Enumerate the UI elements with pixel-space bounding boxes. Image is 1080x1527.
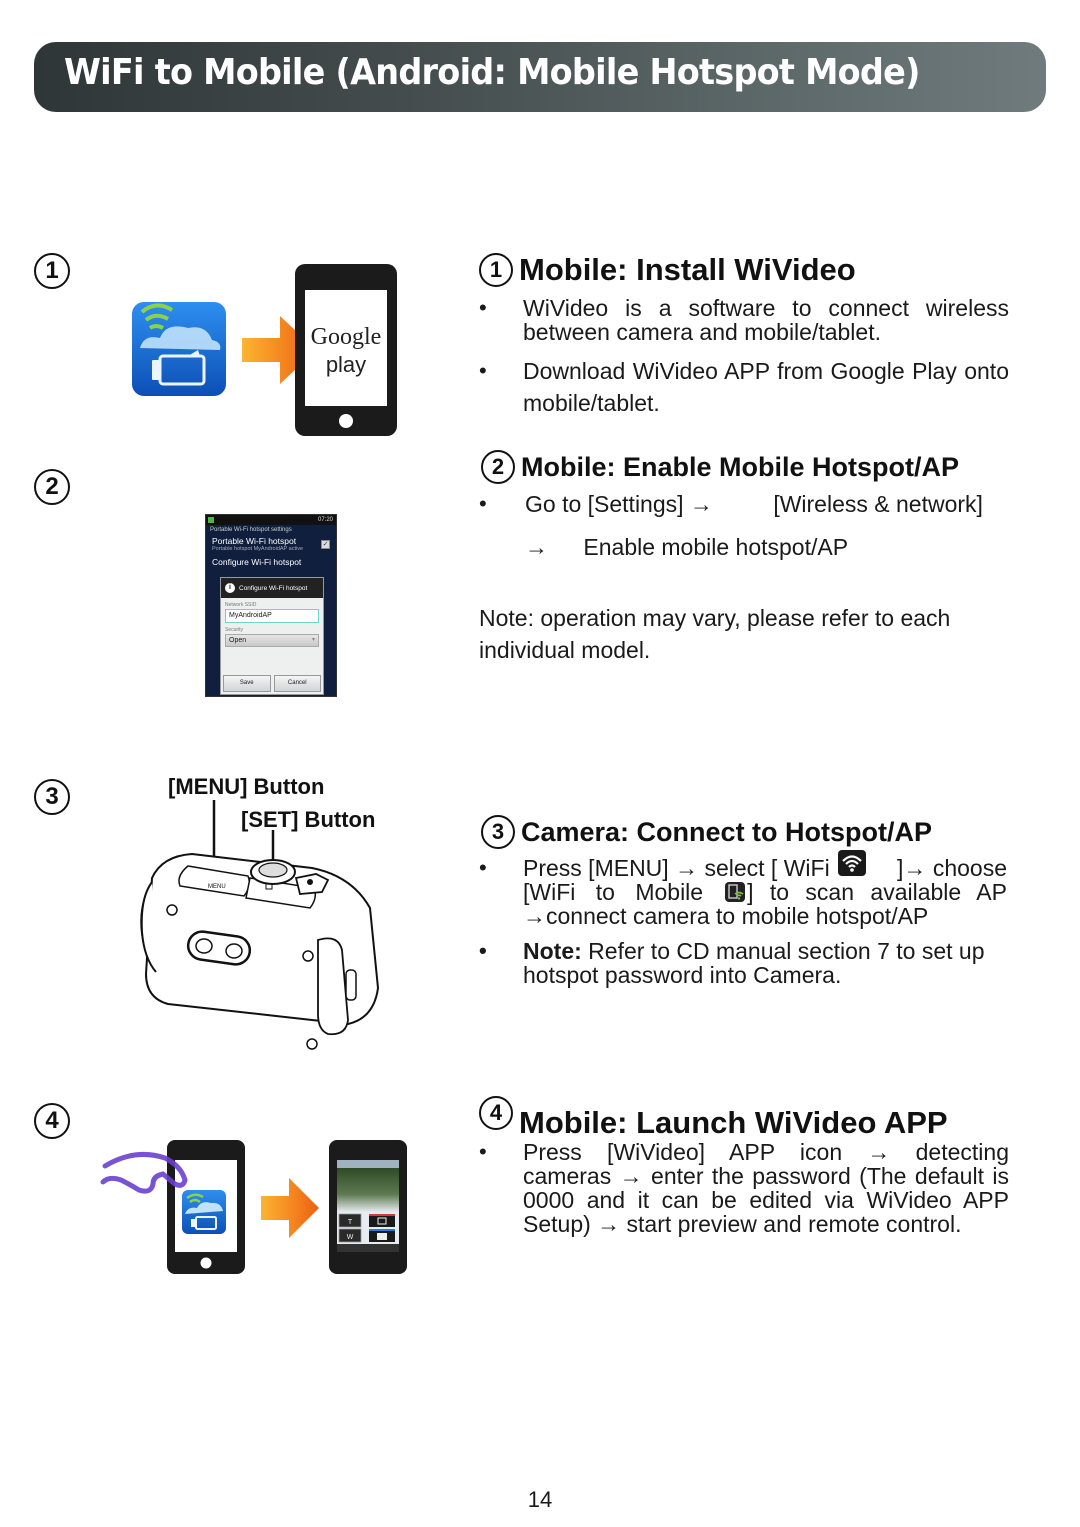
configure-dialog: i Configure Wi-Fi hotspot Network SSID M… bbox=[220, 577, 324, 695]
step-1-heading: 1 Mobile: Install WiVideo bbox=[479, 252, 856, 288]
title-banner: WiFi to Mobile (Android: Mobile Hotspot … bbox=[34, 42, 1046, 112]
security-label: Security bbox=[225, 627, 244, 633]
security-select[interactable]: Open ▾ bbox=[225, 634, 319, 647]
ssid-label: Network SSID bbox=[225, 602, 257, 608]
step-1-bullet-2: • Download WiVideo APP from Google Play … bbox=[479, 355, 1009, 419]
step-3-heading: 3 Camera: Connect to Hotspot/AP bbox=[481, 815, 932, 849]
step-1-bullet-1: • WiVideo is a software to connect wirel… bbox=[479, 295, 1009, 345]
step-4-marker: 4 bbox=[34, 1103, 70, 1139]
step-4-heading: 4 Mobile: Launch WiVideo APP bbox=[479, 1096, 948, 1141]
step-4-title: Mobile: Launch WiVideo APP bbox=[519, 1105, 948, 1140]
step-1-title: Mobile: Install WiVideo bbox=[519, 252, 856, 287]
step-2-body: • Go to [Settings] → [Wireless & network… bbox=[479, 492, 1019, 666]
live-preview bbox=[337, 1168, 399, 1212]
wireless-path-text: [Wireless & network] bbox=[773, 491, 983, 517]
step-2-heading-number: 2 bbox=[481, 450, 515, 484]
zoom-tele-label: T bbox=[348, 1219, 353, 1226]
note-text: Refer to CD manual section 7 to set up h… bbox=[523, 938, 985, 988]
arrow-right-icon bbox=[261, 1178, 319, 1238]
zoom-wide-label: W bbox=[347, 1234, 354, 1241]
dialog-buttons: Save Cancel bbox=[223, 675, 321, 692]
step-3-line-2: [WiFi to Mobile ] to scan available AP bbox=[523, 880, 1007, 904]
security-value: Open bbox=[229, 637, 247, 644]
save-button[interactable]: Save bbox=[223, 675, 271, 692]
step-1-body: • WiVideo is a software to connect wirel… bbox=[479, 296, 1009, 419]
wifi-to-mobile-text: [WiFi to Mobile bbox=[523, 879, 704, 905]
camera-illustration: MENU bbox=[130, 800, 390, 1050]
menu-button-callout: [MENU] Button bbox=[168, 774, 325, 799]
step-3-bullet-1: • Press [MENU] → select [ WiFi ]→ choose… bbox=[479, 850, 1007, 929]
smartphone-right-icon: T W bbox=[329, 1140, 407, 1274]
bullet-text: Download WiVideo APP from Google Play on… bbox=[523, 358, 1009, 416]
ssid-input[interactable]: MyAndroidAP bbox=[225, 609, 319, 623]
notification-icon bbox=[208, 517, 214, 523]
bullet-text: WiVideo is a software to connect wireles… bbox=[523, 295, 1009, 345]
step-3-title: Camera: Connect to Hotspot/AP bbox=[521, 816, 933, 847]
dialog-title-bar: i Configure Wi-Fi hotspot bbox=[221, 578, 323, 598]
bullet-glyph: • bbox=[479, 938, 487, 963]
status-bar: 07:20 bbox=[206, 515, 336, 525]
status-time: 07:20 bbox=[317, 517, 333, 523]
step-4-body: • Press [WiVideo] APP icon → detecting c… bbox=[479, 1139, 1009, 1237]
step-3-body: • Press [MENU] → select [ WiFi ]→ choose… bbox=[479, 850, 1007, 988]
step-2-subline: → Enable mobile hotspot/AP bbox=[479, 535, 1019, 559]
bullet-glyph: • bbox=[479, 855, 487, 880]
configure-hotspot-item[interactable]: Configure Wi-Fi hotspot bbox=[206, 553, 336, 567]
settings-header: Portable Wi-Fi hotspot settings bbox=[210, 527, 292, 533]
page-number: 14 bbox=[527, 1487, 553, 1512]
checkbox-checked-icon[interactable]: ✓ bbox=[321, 540, 330, 549]
settings-path-text: Go to [Settings] bbox=[525, 491, 684, 517]
step-4-bullet-1: • Press [WiVideo] APP icon → detecting c… bbox=[479, 1139, 1009, 1237]
note-label: Note: bbox=[523, 938, 582, 964]
step-2-heading: 2 Mobile: Enable Mobile Hotspot/AP bbox=[481, 450, 959, 484]
step-3-bullet-2: • Note: Refer to CD manual section 7 to … bbox=[479, 938, 1007, 988]
dropdown-arrow-icon: ▾ bbox=[311, 637, 315, 643]
smartphone-icon: Google play bbox=[295, 264, 397, 436]
google-play-text-2: play bbox=[326, 352, 366, 377]
step-2-bullet: • Go to [Settings] → [Wireless & network… bbox=[479, 491, 1019, 517]
install-illustration: Google play bbox=[132, 264, 397, 436]
connect-camera-text: →connect camera to mobile hotspot/AP bbox=[523, 903, 929, 929]
launch-illustration: T W bbox=[100, 1140, 407, 1274]
step-4-heading-number: 4 bbox=[479, 1096, 513, 1130]
wifi-to-mobile-icon bbox=[725, 882, 746, 902]
bullet-text: Press [WiVideo] APP icon → detecting cam… bbox=[523, 1139, 1009, 1237]
info-icon: i bbox=[225, 583, 235, 593]
app-tab-bar bbox=[337, 1244, 399, 1252]
step-3-line-1: Press [MENU] → select [ WiFi ]→ choose bbox=[523, 850, 1007, 881]
arrow-glyph: → bbox=[525, 534, 548, 560]
google-play-text-1: Google bbox=[311, 324, 382, 350]
side-switch bbox=[345, 969, 357, 1001]
action-camera-icon: MENU bbox=[140, 800, 380, 1050]
bullet-glyph: • bbox=[479, 1139, 487, 1164]
camera-menu-label: MENU bbox=[208, 884, 226, 890]
step-2-title: Mobile: Enable Mobile Hotspot/AP bbox=[521, 451, 959, 482]
dialog-title: Configure Wi-Fi hotspot bbox=[239, 584, 308, 592]
wifi-icon bbox=[837, 850, 866, 876]
press-menu-text: Press [MENU] → select [ WiFi bbox=[523, 855, 830, 881]
page-title: WiFi to Mobile (Android: Mobile Hotspot … bbox=[64, 52, 920, 93]
enable-hotspot-text: Enable mobile hotspot/AP bbox=[583, 534, 849, 560]
step-1-heading-number: 1 bbox=[479, 253, 513, 287]
step-4-illustration: T W bbox=[97, 1122, 423, 1288]
hotspot-toggle-subtitle: Portable hotspot MyAndroidAP active bbox=[212, 546, 304, 552]
choose-text: ]→ choose bbox=[897, 855, 1007, 881]
bullet-glyph: • bbox=[479, 295, 487, 320]
hotspot-toggle-title: Portable Wi-Fi hotspot bbox=[212, 536, 297, 546]
step-2-marker: 2 bbox=[34, 469, 70, 505]
step-2-note: Note: operation may vary, please refer t… bbox=[479, 605, 951, 663]
wivideo-app-icon bbox=[132, 302, 226, 396]
arrow-glyph: → bbox=[689, 491, 713, 517]
bullet-glyph: • bbox=[479, 358, 487, 383]
step-1-illustration: Google play bbox=[102, 252, 420, 444]
android-hotspot-screenshot: 07:20 Portable Wi-Fi hotspot settings Po… bbox=[205, 514, 337, 697]
step-1-marker: 1 bbox=[34, 253, 70, 289]
step-3-marker: 3 bbox=[34, 779, 70, 815]
step-3-heading-number: 3 bbox=[481, 815, 515, 849]
cancel-button[interactable]: Cancel bbox=[273, 675, 321, 692]
hotspot-toggle-row[interactable]: Portable Wi-Fi hotspot Portable hotspot … bbox=[206, 535, 336, 553]
wivideo-app-icon bbox=[182, 1190, 226, 1234]
bullet-glyph: • bbox=[479, 491, 487, 516]
scan-ap-text: ] to scan available AP bbox=[747, 879, 1007, 905]
